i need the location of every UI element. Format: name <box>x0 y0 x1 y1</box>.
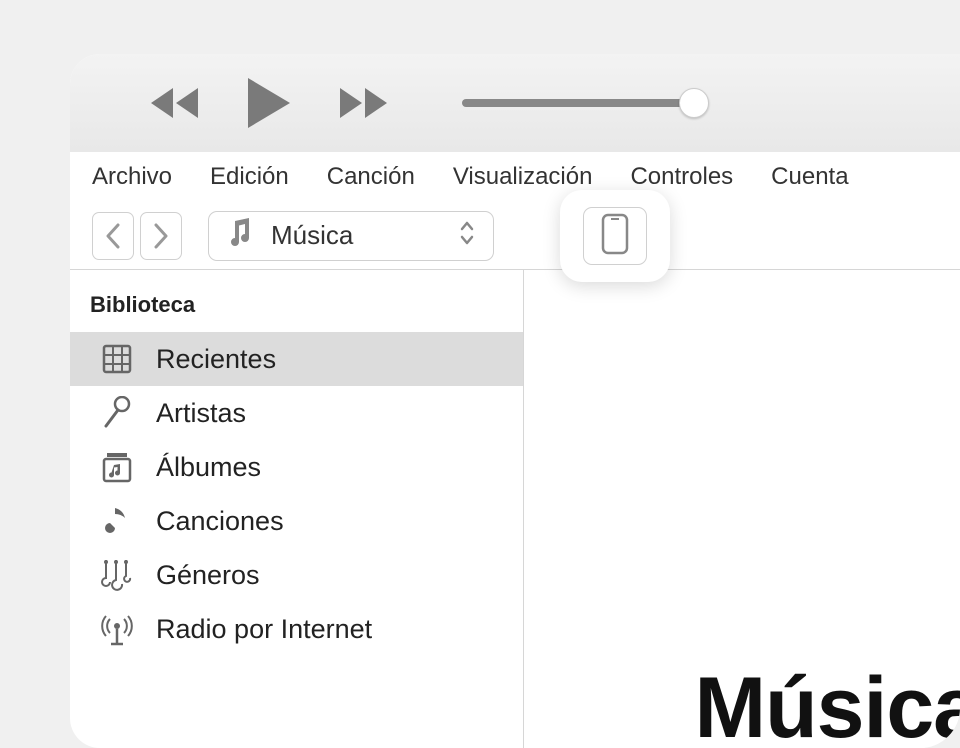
app-window: Archivo Edición Canción Visualización Co… <box>70 54 960 748</box>
sidebar-item-label: Géneros <box>156 560 260 591</box>
sidebar-item-albumes[interactable]: Álbumes <box>70 440 523 494</box>
playback-controls <box>148 76 390 130</box>
sidebar-item-radio[interactable]: Radio por Internet <box>70 602 523 656</box>
source-selector-label: Música <box>271 220 441 251</box>
chevron-updown-icon <box>459 220 475 251</box>
back-button[interactable] <box>92 212 134 260</box>
note-icon <box>100 504 134 538</box>
device-popout <box>560 190 670 282</box>
sidebar-item-label: Radio por Internet <box>156 614 372 645</box>
antenna-icon <box>100 612 134 646</box>
sidebar-item-artistas[interactable]: Artistas <box>70 386 523 440</box>
menu-item-cuenta[interactable]: Cuenta <box>765 159 854 195</box>
content-row: Biblioteca Recientes Artistas <box>70 270 960 748</box>
sidebar: Biblioteca Recientes Artistas <box>70 270 524 748</box>
forward-button[interactable] <box>336 86 390 120</box>
playback-bar <box>70 54 960 152</box>
album-icon <box>100 450 134 484</box>
phone-icon <box>601 213 629 260</box>
sidebar-item-label: Artistas <box>156 398 246 429</box>
forward-nav-button[interactable] <box>140 212 182 260</box>
device-button[interactable] <box>583 207 647 265</box>
rewind-button[interactable] <box>148 86 202 120</box>
grid-icon <box>100 342 134 376</box>
menu-item-cancion[interactable]: Canción <box>321 159 421 195</box>
source-selector[interactable]: Música <box>208 211 494 261</box>
sidebar-item-label: Canciones <box>156 506 284 537</box>
sidebar-item-label: Recientes <box>156 344 276 375</box>
mic-icon <box>100 396 134 430</box>
play-button[interactable] <box>244 76 294 130</box>
menu-bar: Archivo Edición Canción Visualización Co… <box>70 152 960 202</box>
sidebar-item-canciones[interactable]: Canciones <box>70 494 523 548</box>
music-note-icon <box>227 218 253 253</box>
menu-item-archivo[interactable]: Archivo <box>86 159 178 195</box>
volume-track[interactable] <box>462 99 697 107</box>
sidebar-header: Biblioteca <box>70 286 523 332</box>
menu-item-visualizacion[interactable]: Visualización <box>447 159 599 195</box>
main-heading: Música <box>694 659 960 748</box>
sidebar-item-generos[interactable]: Géneros <box>70 548 523 602</box>
menu-item-edicion[interactable]: Edición <box>204 159 295 195</box>
toolbar: Música <box>70 202 960 270</box>
main-area: Música <box>524 270 960 748</box>
volume-thumb[interactable] <box>679 88 709 118</box>
sidebar-item-label: Álbumes <box>156 452 261 483</box>
sidebar-item-recientes[interactable]: Recientes <box>70 332 523 386</box>
volume-slider[interactable] <box>462 99 697 107</box>
guitars-icon <box>100 558 134 592</box>
